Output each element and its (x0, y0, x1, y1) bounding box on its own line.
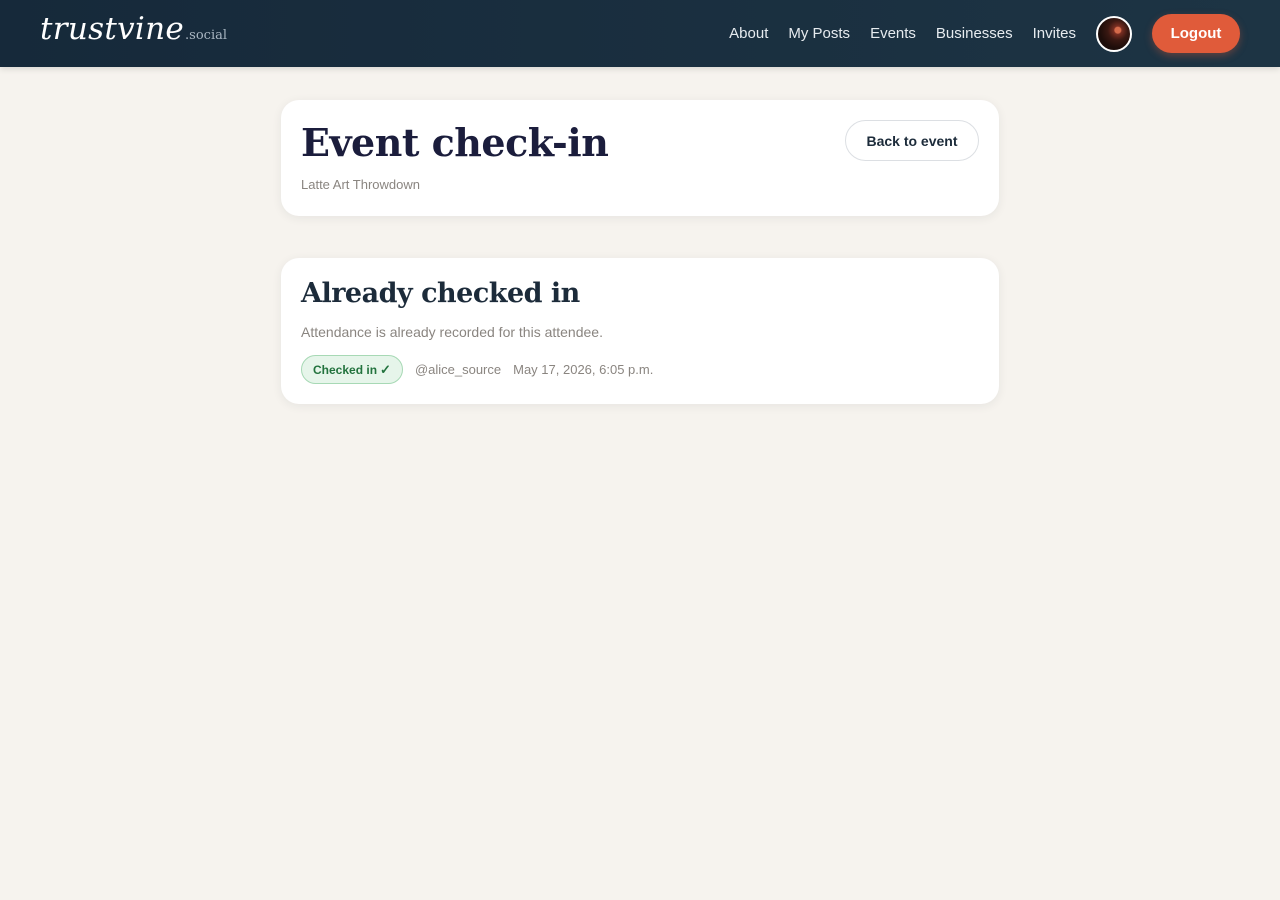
user-avatar[interactable] (1096, 15, 1132, 52)
brand-suffix: .social (185, 28, 228, 43)
event-checkin-header-card: Event check-in Latte Art Throwdown Back … (281, 100, 999, 216)
attendee-username: @alice_source (414, 362, 502, 377)
logout-button[interactable]: Logout (1152, 14, 1240, 53)
status-badge-label: Checked in (313, 362, 378, 377)
nav-link-invites[interactable]: Invites (1033, 25, 1076, 42)
checkin-status-card: Already checked in Attendance is already… (281, 258, 999, 404)
status-title: Already checked in (301, 278, 580, 309)
page-title: Event check-in (301, 120, 609, 165)
checkin-timestamp: May 17, 2026, 6:05 p.m. (513, 362, 654, 377)
brand-name: trustvine (40, 11, 185, 47)
nav-link-about[interactable]: About (729, 25, 768, 42)
brand-logo[interactable]: trustvine .social (40, 14, 227, 45)
top-navigation-bar: trustvine .social About My Posts Events … (0, 0, 1280, 67)
status-badge: Checked in ✓ (301, 355, 403, 384)
status-description: Attendance is already recorded for this … (301, 324, 603, 340)
main-nav: About My Posts Events Businesses Invites… (729, 14, 1240, 53)
nav-link-my-posts[interactable]: My Posts (788, 25, 850, 42)
attendee-meta-row: Checked in ✓ @alice_source May 17, 2026,… (301, 355, 653, 384)
nav-link-events[interactable]: Events (870, 25, 916, 42)
check-icon: ✓ (380, 361, 391, 377)
event-name: Latte Art Throwdown (301, 177, 420, 192)
back-to-event-button[interactable]: Back to event (845, 120, 979, 161)
nav-link-businesses[interactable]: Businesses (936, 25, 1013, 42)
